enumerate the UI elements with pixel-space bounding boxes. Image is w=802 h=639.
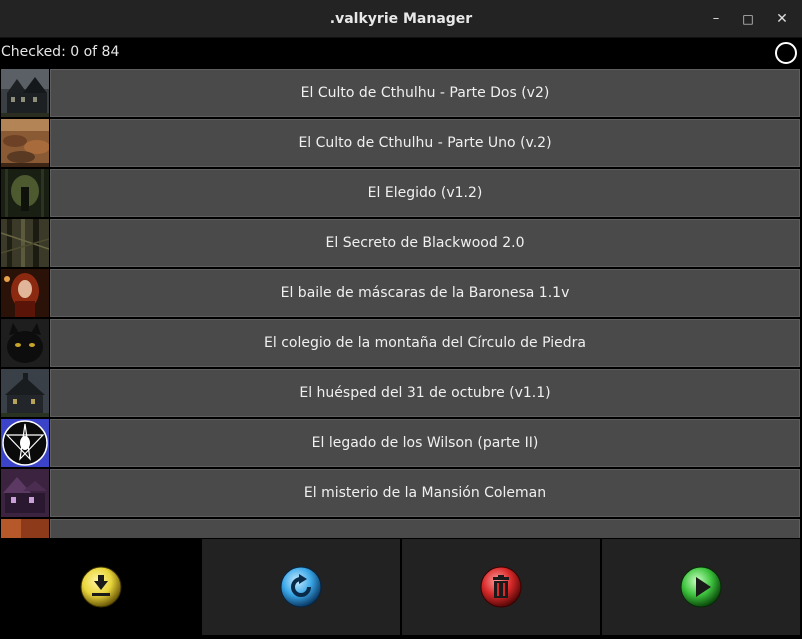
dark-forest-thumbnail (1, 169, 49, 217)
scenario-name[interactable]: El colegio de la montaña del Círculo de … (50, 319, 800, 367)
download-icon (80, 566, 121, 608)
delete-button[interactable] (402, 539, 600, 635)
black-cat-thumbnail (1, 319, 49, 367)
scenario-name[interactable]: El Culto de Cthulhu - Parte Uno (v.2) (50, 119, 800, 167)
autumn-thumbnail (1, 519, 49, 538)
window-title: .valkyrie Manager (329, 11, 473, 27)
checked-count: Checked: 0 of 84 (1, 44, 120, 60)
minimize-button[interactable]: – (706, 9, 726, 29)
rocky-landscape-thumbnail (1, 119, 49, 167)
scenario-name-partial[interactable] (50, 519, 800, 538)
scenario-name[interactable]: El baile de máscaras de la Baronesa 1.1v (50, 269, 800, 317)
purple-mansion-thumbnail (1, 469, 49, 517)
close-button[interactable]: ✕ (772, 9, 792, 29)
scenario-name[interactable]: El Secreto de Blackwood 2.0 (50, 219, 800, 267)
scenario-name[interactable]: El Culto de Cthulhu - Parte Dos (v2) (50, 69, 800, 117)
status-bar: Checked: 0 of 84 (0, 38, 802, 68)
scenario-row[interactable]: El baile de máscaras de la Baronesa 1.1v (0, 268, 802, 318)
title-bar: .valkyrie Manager – □ ✕ (0, 0, 802, 38)
scenario-row-partial[interactable] (0, 518, 802, 538)
red-haired-woman-thumbnail (1, 269, 49, 317)
action-bar (0, 538, 802, 639)
maximize-button[interactable]: □ (738, 9, 758, 29)
trash-icon (480, 566, 522, 608)
scenario-name[interactable]: El misterio de la Mansión Coleman (50, 469, 800, 517)
play-button[interactable] (602, 539, 800, 635)
scenario-row[interactable]: El huésped del 31 de octubre (v1.1) (0, 368, 802, 418)
download-button[interactable] (1, 539, 200, 635)
scenario-row[interactable]: El Culto de Cthulhu - Parte Uno (v.2) (0, 118, 802, 168)
scenario-row[interactable]: El Culto de Cthulhu - Parte Dos (v2) (0, 68, 802, 118)
scenario-row[interactable]: El colegio de la montaña del Círculo de … (0, 318, 802, 368)
haunted-house-thumbnail (1, 369, 49, 417)
forest-trees-thumbnail (1, 219, 49, 267)
refresh-icon (280, 566, 322, 608)
play-icon (680, 566, 722, 608)
scenario-name[interactable]: El Elegido (v1.2) (50, 169, 800, 217)
loading-indicator-icon (775, 42, 797, 64)
scenario-row[interactable]: El Elegido (v1.2) (0, 168, 802, 218)
refresh-button[interactable] (202, 539, 400, 635)
scenario-row[interactable]: El misterio de la Mansión Coleman (0, 468, 802, 518)
scenario-row[interactable]: El legado de los Wilson (parte II) (0, 418, 802, 468)
scenario-name[interactable]: El huésped del 31 de octubre (v1.1) (50, 369, 800, 417)
scenario-name[interactable]: El legado de los Wilson (parte II) (50, 419, 800, 467)
scenario-row[interactable]: El Secreto de Blackwood 2.0 (0, 218, 802, 268)
pentagram-goat-thumbnail (1, 419, 49, 467)
haunted-mansion-thumbnail (1, 69, 49, 117)
scenario-list[interactable]: El Culto de Cthulhu - Parte Dos (v2) El … (0, 68, 802, 538)
